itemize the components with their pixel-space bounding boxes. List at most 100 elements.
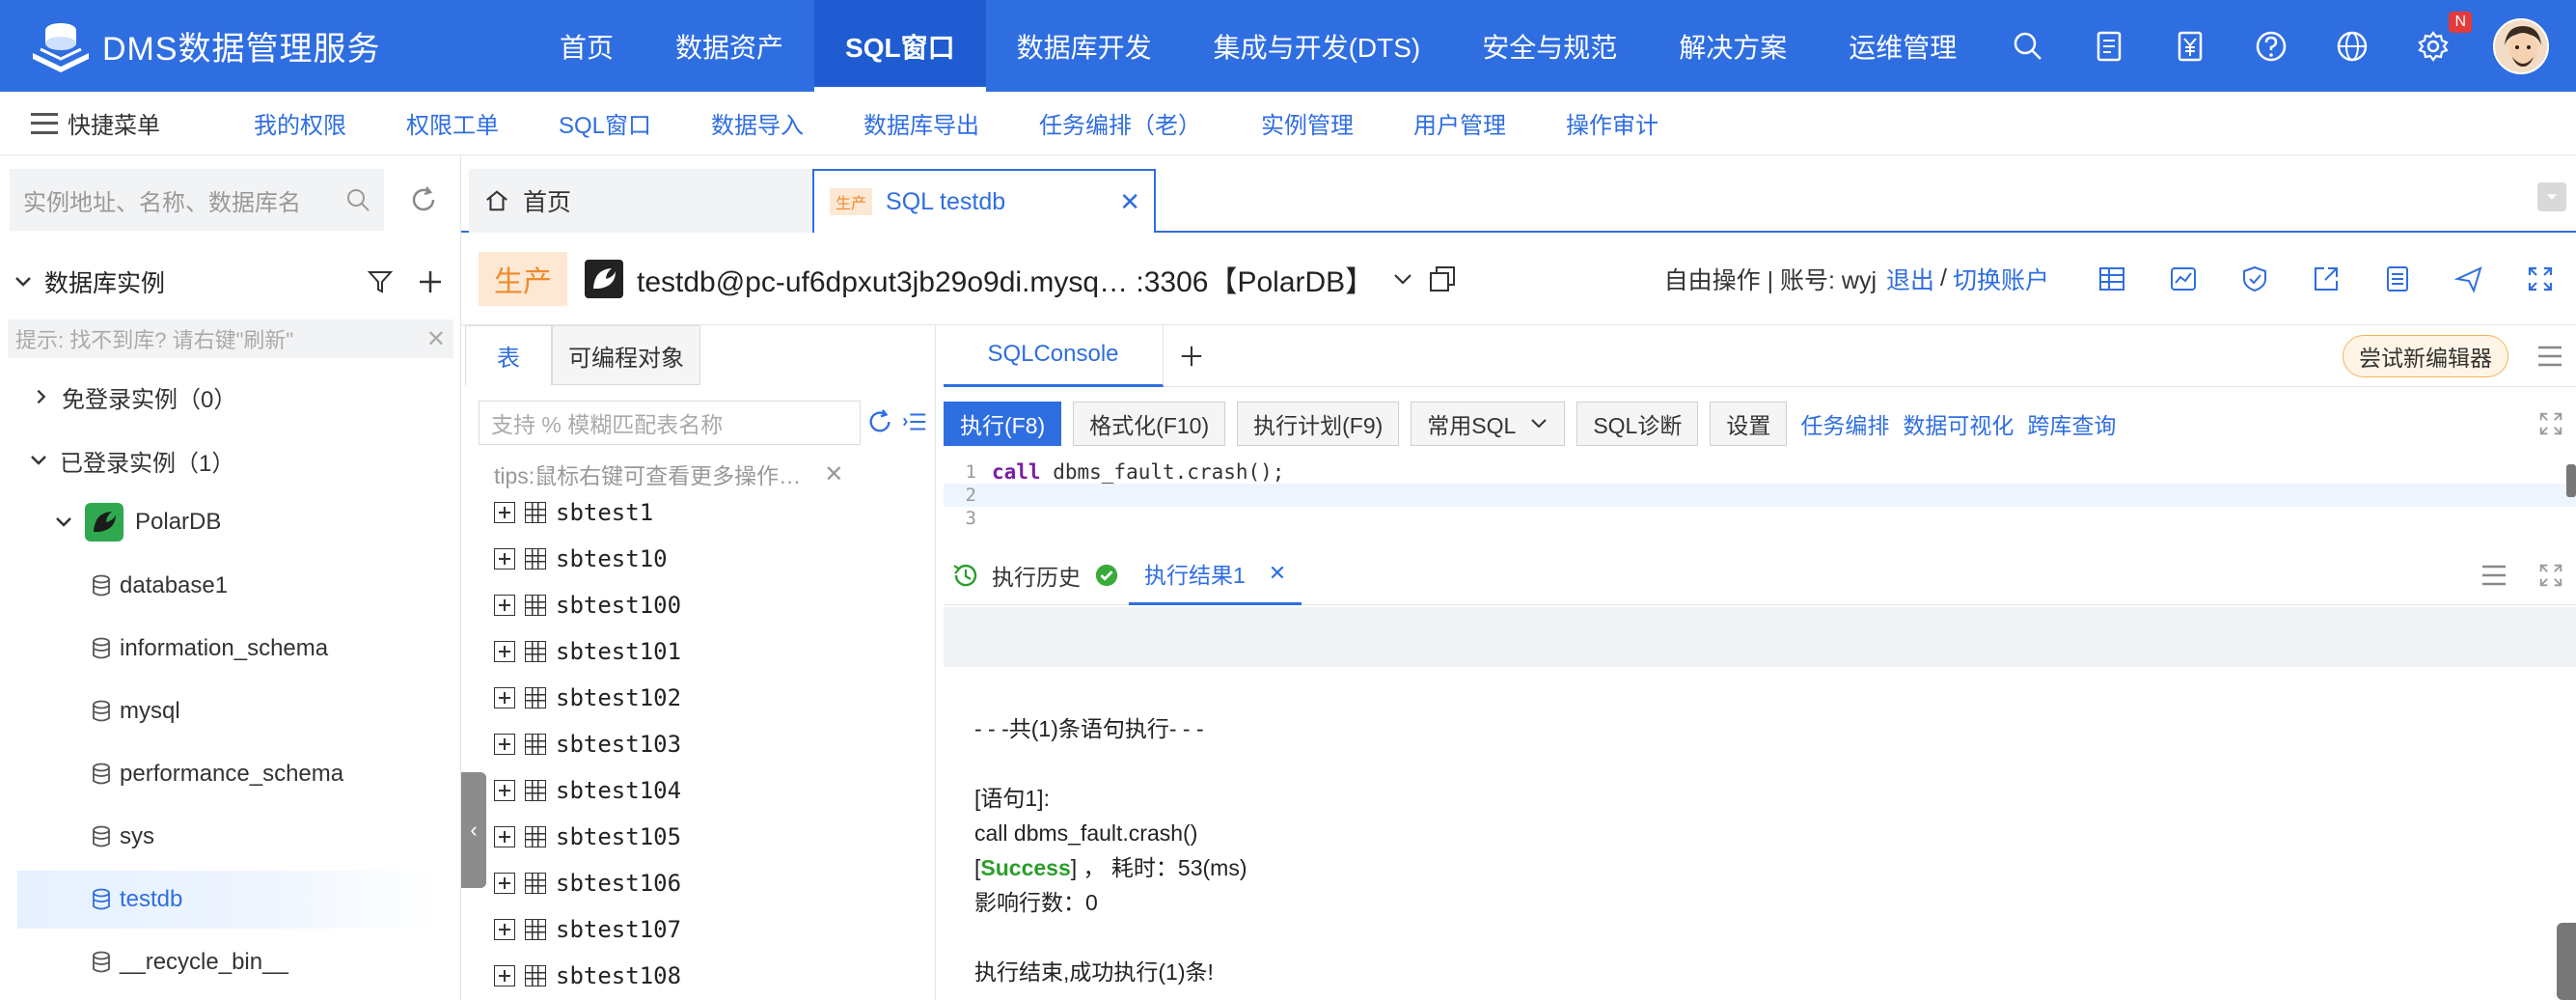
menu-icon[interactable] [2480, 561, 2508, 590]
expand-icon[interactable] [494, 595, 515, 616]
db-sys[interactable]: sys [0, 808, 459, 866]
db-database1[interactable]: database1 [0, 557, 459, 615]
tab-sql-testdb[interactable]: 生产 SQL testdb ✕ [812, 169, 1156, 233]
tab-programmable[interactable]: 可编程对象 [552, 325, 700, 385]
try-new-editor-button[interactable]: 尝试新编辑器 [2343, 335, 2508, 377]
tab-result-1[interactable]: 执行结果1 ✕ [1129, 545, 1302, 605]
close-icon[interactable]: ✕ [824, 460, 843, 488]
table-row[interactable]: sbtest1 [494, 489, 653, 536]
table-search-input[interactable]: 支持 % 模糊匹配表名称 [479, 401, 861, 445]
list-icon[interactable] [2383, 264, 2412, 293]
expand-icon[interactable] [494, 734, 515, 755]
link-instance-mgmt[interactable]: 实例管理 [1231, 106, 1384, 140]
db-recycle-bin[interactable]: __recycle_bin__ [0, 933, 459, 991]
table-row[interactable]: sbtest105 [494, 814, 681, 860]
nav-dts[interactable]: 集成与开发(DTS) [1183, 0, 1452, 92]
tab-sqlconsole[interactable]: SQLConsole [944, 324, 1164, 387]
nav-solutions[interactable]: 解决方案 [1648, 0, 1818, 92]
format-button[interactable]: 格式化(F10) [1073, 402, 1226, 446]
expand-icon[interactable] [494, 919, 515, 940]
table-row[interactable]: sbtest104 [494, 767, 681, 814]
link-audit[interactable]: 操作审计 [1536, 106, 1688, 140]
quick-menu-button[interactable]: 快捷菜单 [31, 106, 224, 140]
add-icon[interactable] [417, 268, 444, 295]
menu-icon[interactable] [2535, 342, 2564, 371]
chart-icon[interactable] [2169, 264, 2198, 293]
table-row[interactable]: sbtest107 [494, 906, 681, 953]
refresh-button[interactable] [397, 169, 450, 231]
help-button[interactable] [2250, 25, 2292, 68]
expand-icon[interactable] [2537, 410, 2564, 437]
tab-history[interactable]: 执行历史 [951, 545, 1081, 605]
table-row[interactable]: sbtest106 [494, 860, 681, 906]
run-button[interactable]: 执行(F8) [944, 402, 1062, 446]
tabs-dropdown-button[interactable] [2537, 182, 2566, 211]
link-cross-db-query[interactable]: 跨库查询 [2027, 407, 2116, 440]
nav-ops[interactable]: 运维管理 [1818, 0, 1987, 92]
group-no-login[interactable]: 免登录实例（0） [0, 368, 459, 426]
list-filter-icon[interactable] [901, 408, 928, 435]
link-task-orchestration[interactable]: 任务编排 [1800, 407, 1889, 440]
send-icon[interactable] [2454, 264, 2483, 293]
nav-home[interactable]: 首页 [529, 0, 644, 92]
link-sql-window[interactable]: SQL窗口 [529, 106, 681, 140]
table-row[interactable]: sbtest108 [494, 953, 681, 999]
expand-icon[interactable] [494, 687, 515, 708]
close-icon[interactable]: ✕ [1269, 561, 1286, 586]
table-row[interactable]: sbtest103 [494, 721, 681, 767]
right-panel-handle[interactable] [2557, 923, 2576, 1000]
copy-icon[interactable] [1428, 264, 1457, 293]
logout-link[interactable]: 退出 [1886, 262, 1934, 296]
link-db-export[interactable]: 数据库导出 [834, 106, 1009, 140]
link-data-visualization[interactable]: 数据可视化 [1903, 407, 2014, 440]
db-information-schema[interactable]: information_schema [0, 620, 459, 678]
db-mysql[interactable]: mysql [0, 682, 459, 740]
app-logo[interactable]: DMS数据管理服务 [27, 13, 529, 80]
nav-data-assets[interactable]: 数据资产 [644, 0, 814, 92]
expand-icon[interactable] [494, 873, 515, 894]
common-sql-dropdown[interactable]: 常用SQL [1411, 402, 1566, 446]
search-button[interactable] [2007, 25, 2049, 68]
sql-diagnose-button[interactable]: SQL诊断 [1576, 402, 1699, 446]
expand-icon[interactable] [494, 780, 515, 801]
switch-account-link[interactable]: 切换账户 [1953, 262, 2049, 296]
expand-icon[interactable] [494, 641, 515, 662]
explain-button[interactable]: 执行计划(F9) [1237, 402, 1400, 446]
chevron-down-icon[interactable] [1391, 267, 1414, 291]
panel-collapse-handle[interactable]: ‹ [461, 772, 486, 888]
sql-code-editor[interactable]: 1 call dbms_fault.crash(); 2 3 [944, 460, 2576, 530]
user-avatar[interactable] [2493, 17, 2549, 74]
nav-security[interactable]: 安全与规范 [1451, 0, 1648, 92]
nav-sql-window[interactable]: SQL窗口 [814, 0, 986, 92]
link-my-permissions[interactable]: 我的权限 [224, 106, 376, 140]
link-data-import[interactable]: 数据导入 [681, 106, 834, 140]
link-user-mgmt[interactable]: 用户管理 [1384, 106, 1536, 140]
group-logged-in[interactable]: 已登录实例（1） [0, 431, 459, 489]
db-testdb[interactable]: testdb [17, 871, 442, 929]
link-permission-tickets[interactable]: 权限工单 [376, 106, 529, 140]
billing-button[interactable] [2169, 25, 2211, 68]
table-row[interactable]: sbtest10 [494, 536, 668, 582]
editor-scrollbar[interactable] [2566, 464, 2576, 497]
export-icon[interactable] [2312, 264, 2341, 293]
settings-button[interactable]: 设置 [1710, 402, 1788, 446]
shield-icon[interactable] [2240, 264, 2269, 293]
expand-icon[interactable] [494, 826, 515, 847]
filter-icon[interactable] [367, 268, 394, 295]
tab-tables[interactable]: 表 [465, 325, 552, 385]
expand-icon[interactable] [494, 965, 515, 986]
table-row[interactable]: sbtest101 [494, 628, 681, 675]
language-button[interactable] [2331, 25, 2373, 68]
instance-polardb[interactable]: PolarDB [0, 493, 459, 551]
instance-section-header[interactable]: 数据库实例 [0, 252, 461, 312]
close-icon[interactable]: ✕ [426, 325, 446, 353]
expand-icon[interactable] [2537, 562, 2564, 589]
nav-db-dev[interactable]: 数据库开发 [986, 0, 1183, 92]
link-task-orchestration[interactable]: 任务编排（老） [1009, 106, 1231, 140]
instance-search-input[interactable]: 实例地址、名称、数据库名 [10, 169, 384, 231]
docs-button[interactable] [2088, 25, 2130, 68]
db-performance-schema[interactable]: performance_schema [0, 745, 459, 803]
table-icon[interactable] [2097, 264, 2126, 293]
tab-home[interactable]: 首页 [469, 169, 818, 233]
table-row[interactable]: sbtest102 [494, 675, 681, 721]
